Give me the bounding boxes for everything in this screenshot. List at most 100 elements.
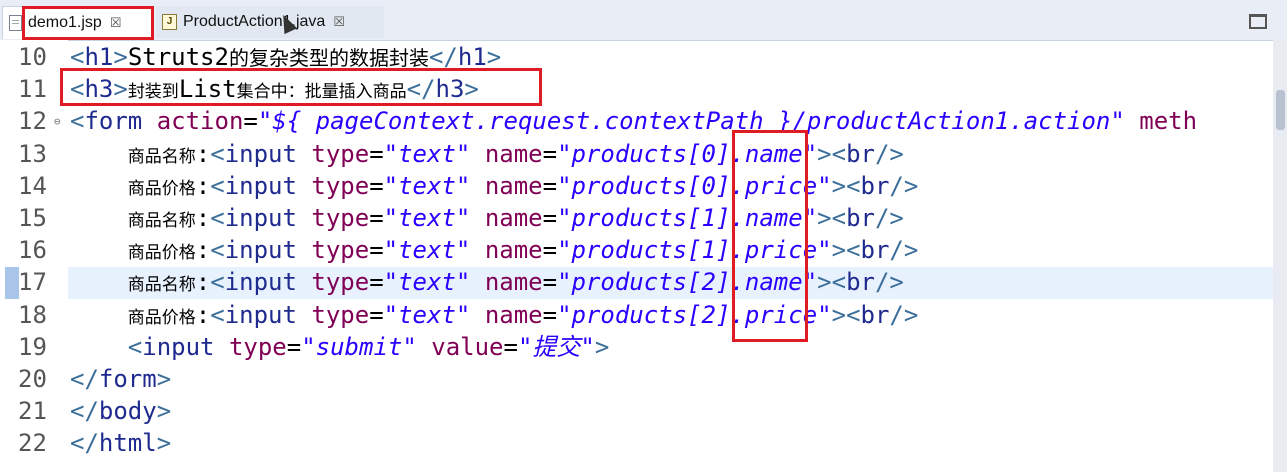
code-token: />: [874, 139, 904, 168]
code-token: meth: [1139, 107, 1198, 136]
code-token: 商品名称: [127, 146, 196, 167]
code-token: <: [70, 75, 85, 104]
close-tab-icon[interactable]: ☒: [333, 14, 345, 30]
code-token: </: [428, 43, 458, 71]
code-token: >: [831, 236, 847, 265]
code-text[interactable]: 商品价格:<input type="text" name="products[0…: [70, 170, 919, 205]
code-line[interactable]: 22 </html>: [0, 427, 1273, 459]
code-token: :: [195, 236, 211, 265]
line-number: 20: [18, 365, 47, 393]
line-number: 16: [18, 236, 47, 265]
code-token: >: [113, 43, 128, 71]
code-token: "submit": [301, 332, 417, 361]
code-token: "text": [383, 204, 471, 232]
code-token: >: [831, 171, 847, 200]
code-line[interactable]: 14 商品价格:<input type="text" name="product…: [0, 170, 1273, 202]
code-token: input: [224, 171, 297, 200]
code-text[interactable]: 商品价格:<input type="text" name="products[1…: [70, 234, 919, 269]
line-number: 10: [18, 43, 47, 71]
code-token: />: [889, 236, 919, 265]
code-text[interactable]: 商品价格:<input type="text" name="products[2…: [70, 299, 919, 334]
jsp-file-icon: [9, 15, 22, 31]
code-token: :: [195, 139, 211, 168]
tab-label: ProductAction1.java: [183, 13, 326, 30]
code-line[interactable]: 19 <input type="submit" value="提交">: [0, 331, 1273, 363]
line-number: 18: [18, 300, 47, 329]
line-number: 13: [18, 139, 47, 168]
code-text[interactable]: <input type="submit" value="提交">: [70, 331, 610, 363]
code-text[interactable]: <h3>封装到List集合中：批量插入商品</h3>: [70, 73, 479, 108]
code-line[interactable]: 20 </form>: [0, 363, 1273, 395]
code-token: =: [369, 268, 384, 297]
code-token: name: [484, 171, 543, 200]
code-token: name: [484, 139, 543, 168]
code-token: =: [369, 171, 384, 200]
code-line[interactable]: 16 商品价格:<input type="text" name="product…: [0, 234, 1273, 266]
code-token: <: [831, 139, 847, 168]
code-token: >: [594, 332, 610, 361]
code-token: input: [224, 139, 297, 168]
code-token: 集合中：批量插入商品: [236, 82, 407, 103]
code-text[interactable]: <form action="${ pageContext.request.con…: [70, 105, 1197, 137]
code-text[interactable]: 商品名称:<input type="text" name="products[2…: [70, 266, 904, 301]
code-token: <: [846, 300, 861, 329]
code-token: h3: [435, 75, 465, 104]
code-token: List: [178, 75, 237, 104]
code-text[interactable]: 商品名称:<input type="text" name="products[1…: [70, 202, 904, 237]
code-token: =: [243, 107, 258, 136]
code-token: 商品名称: [127, 211, 196, 231]
code-token: "products[2].price": [557, 300, 832, 329]
code-token: >: [817, 204, 832, 232]
code-line[interactable]: 12 ⊖ <form action="${ pageContext.request.…: [0, 105, 1273, 137]
code-text[interactable]: </body>: [70, 395, 171, 427]
code-token: </: [406, 75, 436, 104]
code-token: :: [195, 300, 211, 329]
code-line[interactable]: 15 商品名称:<input type="text" name="product…: [0, 202, 1273, 234]
overview-ruler[interactable]: [1273, 40, 1287, 472]
code-token: h1: [84, 43, 114, 71]
line-number: 17: [18, 268, 47, 297]
code-token: "products[1].price": [557, 236, 832, 265]
code-token: 的复杂类型的数据封装: [228, 46, 429, 70]
line-number: 15: [18, 204, 47, 232]
code-token: >: [156, 365, 172, 393]
line-number: 11: [18, 75, 47, 104]
code-text[interactable]: </html>: [70, 427, 171, 459]
code-token: "text": [383, 268, 471, 297]
fold-toggle-icon[interactable]: ⊖: [54, 106, 61, 138]
code-line[interactable]: 18 商品价格:<input type="text" name="product…: [0, 299, 1273, 331]
tab-demo1-jsp[interactable]: demo1.jsp ☒: [2, 6, 154, 39]
code-token: <: [210, 236, 225, 265]
code-line[interactable]: 21 </body>: [0, 395, 1273, 427]
close-tab-icon[interactable]: ☒: [110, 15, 122, 31]
code-text[interactable]: 商品名称:<input type="text" name="products[0…: [70, 138, 904, 173]
code-token: />: [874, 204, 904, 232]
code-token: "text": [383, 236, 471, 265]
scroll-thumb[interactable]: [1276, 90, 1285, 130]
code-text[interactable]: </form>: [70, 363, 171, 395]
code-token: <: [831, 268, 847, 297]
code-token: =: [369, 300, 384, 329]
code-line[interactable]: 11 <h3>封装到List集合中：批量插入商品</h3>: [0, 73, 1273, 105]
code-text[interactable]: <h1>Struts2的复杂类型的数据封装</h1>: [70, 41, 501, 74]
code-line[interactable]: 17 商品名称:<input type="text" name="product…: [0, 266, 1273, 298]
code-token: =: [542, 139, 558, 168]
code-token: type: [311, 236, 370, 265]
line-number: 12: [18, 107, 47, 136]
code-line[interactable]: 13 商品名称:<input type="text" name="product…: [0, 138, 1273, 170]
code-token: input: [224, 300, 297, 329]
code-token: form: [84, 107, 143, 136]
maximize-icon[interactable]: [1249, 14, 1267, 29]
tab-productaction1-java[interactable]: J ProductAction1.java ☒: [156, 6, 384, 38]
tab-label: demo1.jsp: [28, 14, 102, 31]
code-line[interactable]: 10 <h1>Struts2的复杂类型的数据封装</h1>: [0, 41, 1273, 73]
